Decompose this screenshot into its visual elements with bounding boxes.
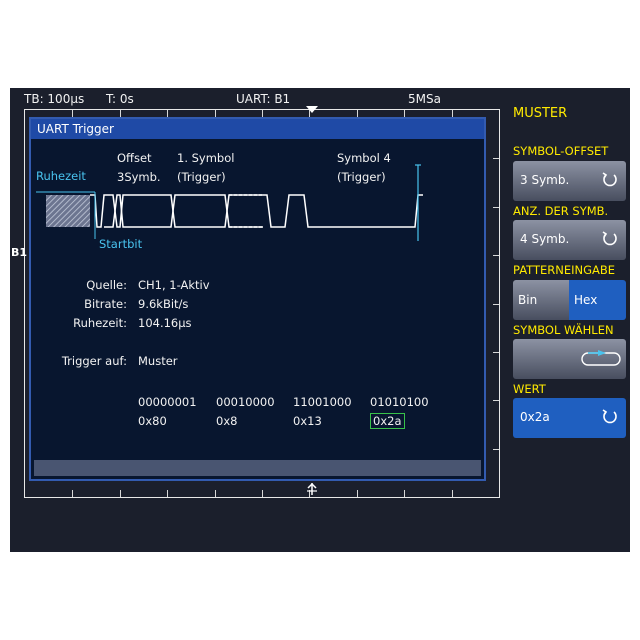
symbol-hex-1[interactable]: 0x80 (138, 414, 167, 428)
symbol-cycle-icon (581, 350, 621, 366)
graticule-tick (120, 110, 121, 117)
pattern-input-toggle[interactable]: Bin Hex (513, 280, 626, 320)
idle-time-setting-label: Ruhezeit: (73, 316, 127, 330)
menu-title: MUSTER (513, 106, 568, 121)
symbol-hex-2[interactable]: 0x8 (216, 414, 237, 428)
symbol-hex-4-selected[interactable]: 0x2a (370, 413, 405, 429)
value-button[interactable]: 0x2a (513, 398, 626, 438)
graticule-tick (493, 207, 499, 208)
graticule-tick (72, 490, 73, 497)
graticule-tick (452, 110, 453, 117)
num-symbols-heading: ANZ. DER SYMB. (513, 204, 609, 218)
timebase-readout[interactable]: TB: 100µs (24, 92, 84, 106)
idle-time-value: 104.16µs (138, 316, 192, 330)
symbol-select-heading: SYMBOL WÄHLEN (513, 323, 614, 337)
symbol-offset-value: 3 Symb. (520, 173, 570, 187)
symbol-binary-1: 00000001 (138, 395, 197, 409)
graticule-tick (262, 110, 263, 117)
pattern-input-heading: PATTERNEINGABE (513, 263, 616, 277)
source-value: CH1, 1-Aktiv (138, 278, 210, 292)
trigger-level-marker-icon[interactable] (305, 482, 319, 496)
graticule-tick (404, 110, 405, 117)
trigger-time-readout[interactable]: T: 0s (106, 92, 134, 106)
idle-region (46, 195, 90, 227)
graticule-tick (262, 490, 263, 497)
graticule-tick (493, 449, 499, 450)
symbol-offset-button[interactable]: 3 Symb. (513, 161, 626, 201)
sample-rate-readout: 5MSa (408, 92, 441, 106)
graticule-tick (357, 110, 358, 117)
uart-frame-diagram (36, 164, 423, 241)
graticule-tick (215, 110, 216, 117)
uart-signal-low-trace (104, 194, 263, 228)
rotary-knob-icon (602, 172, 617, 187)
graticule-tick (167, 490, 168, 497)
trigger-position-marker[interactable] (305, 105, 319, 114)
bitrate-value: 9.6kBit/s (138, 297, 189, 311)
graticule-tick (493, 304, 499, 305)
soft-menu: MUSTER SYMBOL-OFFSET 3 Symb. ANZ. DER SY… (510, 88, 630, 552)
num-symbols-button[interactable]: 4 Symb. (513, 220, 626, 260)
graticule-tick (493, 400, 499, 401)
num-symbols-value: 4 Symb. (520, 232, 570, 246)
graticule-tick (120, 490, 121, 497)
graticule-tick (493, 352, 499, 353)
uart-signal-high-trace (90, 194, 423, 228)
graticule-tick (215, 490, 216, 497)
bitrate-label: Bitrate: (84, 297, 127, 311)
rotary-knob-icon (602, 409, 617, 424)
symbol-offset-heading: SYMBOL-OFFSET (513, 144, 609, 158)
pattern-hex-option[interactable]: Hex (569, 280, 626, 320)
value-value: 0x2a (520, 410, 550, 424)
symbol-binary-2: 00010000 (216, 395, 275, 409)
graticule-tick (493, 255, 499, 256)
pattern-bin-option[interactable]: Bin (513, 280, 569, 320)
rotary-knob-icon (602, 231, 617, 246)
oscilloscope-screen: TB: 100µs T: 0s UART: B1 5MSa B1 UART Tr… (10, 88, 630, 552)
value-heading: WERT (513, 382, 546, 396)
uart-trigger-dialog: UART Trigger Ruhezeit Offset 3Symb. 1. S… (29, 117, 486, 481)
trigger-on-value: Muster (138, 354, 178, 368)
graticule-tick (72, 110, 73, 117)
trigger-on-label: Trigger auf: (61, 354, 127, 368)
graticule-tick (167, 110, 168, 117)
source-label: Quelle: (86, 278, 127, 292)
symbol-hex-3[interactable]: 0x13 (293, 414, 322, 428)
symbol-binary-3: 11001000 (293, 395, 352, 409)
graticule-tick (357, 490, 358, 497)
bus-readout[interactable]: UART: B1 (236, 92, 290, 106)
symbol-binary-4: 01010100 (370, 395, 429, 409)
graticule-tick (493, 158, 499, 159)
graticule-tick (404, 490, 405, 497)
dialog-footer-bar (34, 460, 481, 476)
graticule-tick (452, 490, 453, 497)
symbol-select-button[interactable] (513, 339, 626, 379)
bus-marker-label: B1 (11, 246, 28, 259)
